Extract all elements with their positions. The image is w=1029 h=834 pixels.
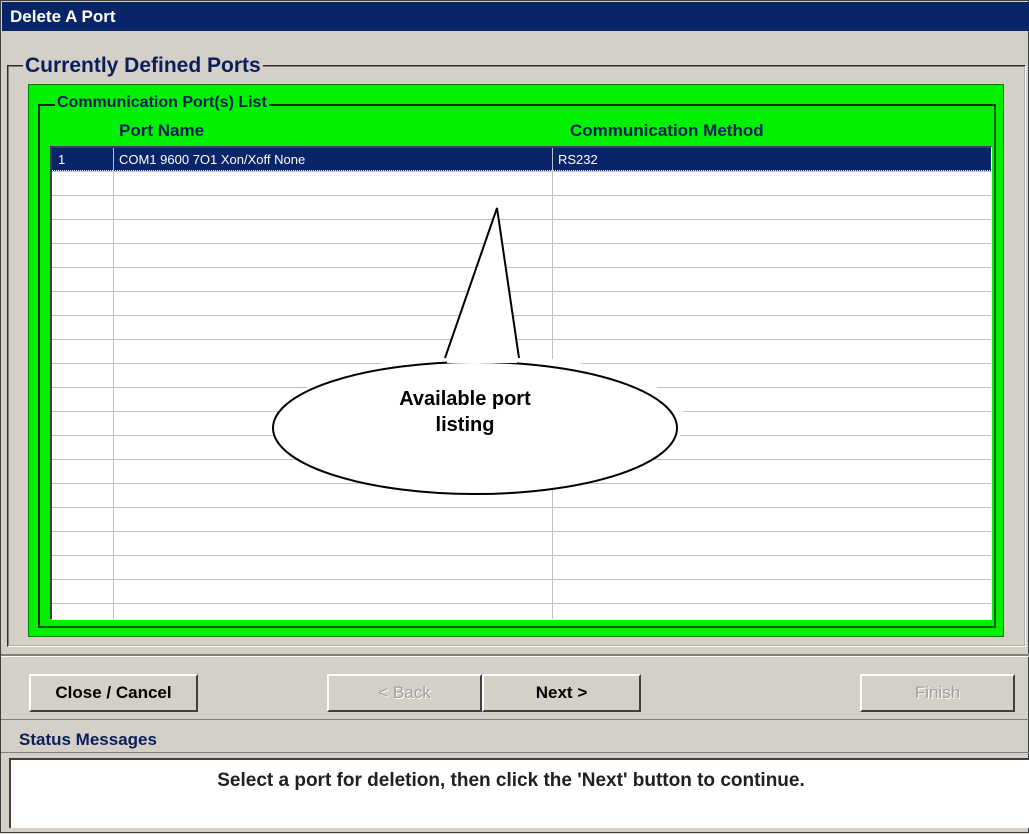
- empty-table-row[interactable]: [52, 172, 991, 196]
- communication-method-cell: RS232: [552, 148, 991, 171]
- divider: [1, 654, 1029, 657]
- column-header-port-name[interactable]: Port Name: [119, 120, 204, 142]
- currently-defined-ports-label: Currently Defined Ports: [23, 53, 263, 79]
- empty-table-row[interactable]: [52, 220, 991, 244]
- delete-port-window: Delete A Port Currently Defined Ports Co…: [0, 0, 1029, 833]
- empty-table-row[interactable]: [52, 532, 991, 556]
- column-header-communication-method[interactable]: Communication Method: [570, 120, 764, 142]
- divider: [1, 719, 1029, 720]
- empty-table-row[interactable]: [52, 556, 991, 580]
- column-divider: [113, 148, 114, 619]
- empty-table-row[interactable]: [52, 508, 991, 532]
- back-button[interactable]: < Back: [327, 674, 482, 712]
- empty-table-row[interactable]: [52, 196, 991, 220]
- callout-text: Available port listing: [399, 388, 531, 436]
- empty-table-row[interactable]: [52, 436, 991, 460]
- status-messages-header: Status Messages: [19, 730, 157, 749]
- empty-table-row[interactable]: [52, 484, 991, 508]
- empty-table-row[interactable]: [52, 316, 991, 340]
- close-cancel-button[interactable]: Close / Cancel: [29, 674, 198, 712]
- next-button[interactable]: Next >: [482, 674, 641, 712]
- empty-table-row[interactable]: [52, 580, 991, 604]
- finish-button[interactable]: Finish: [860, 674, 1015, 712]
- status-message: Select a port for deletion, then click t…: [217, 770, 805, 791]
- empty-table-row[interactable]: [52, 364, 991, 388]
- empty-table-row[interactable]: [52, 268, 991, 292]
- empty-table-row[interactable]: [52, 460, 991, 484]
- port-grid[interactable]: 1 COM1 9600 7O1 Xon/Xoff None RS232: [50, 146, 992, 620]
- empty-table-row[interactable]: [52, 292, 991, 316]
- row-index: 1: [52, 148, 113, 171]
- empty-table-row[interactable]: [52, 340, 991, 364]
- divider: [1, 752, 1029, 753]
- table-row[interactable]: 1 COM1 9600 7O1 Xon/Xoff None RS232: [52, 148, 991, 172]
- communication-port-list-label: Communication Port(s) List: [55, 93, 269, 113]
- empty-table-row[interactable]: [52, 244, 991, 268]
- window-title: Delete A Port: [2, 2, 1029, 31]
- column-divider: [552, 148, 553, 619]
- port-name-cell: COM1 9600 7O1 Xon/Xoff None: [113, 148, 552, 171]
- status-message-box: Select a port for deletion, then click t…: [9, 758, 1029, 828]
